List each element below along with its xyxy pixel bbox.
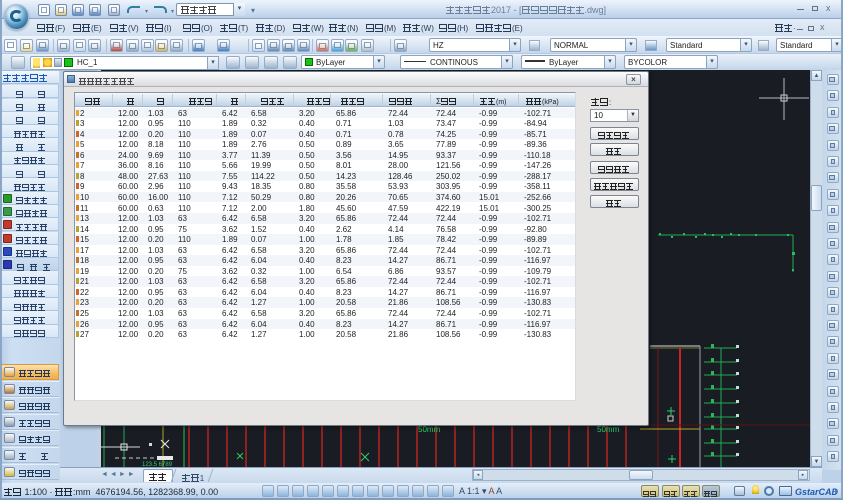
svg-text:50mm: 50mm xyxy=(597,425,620,434)
svg-text:50mm: 50mm xyxy=(418,425,441,434)
